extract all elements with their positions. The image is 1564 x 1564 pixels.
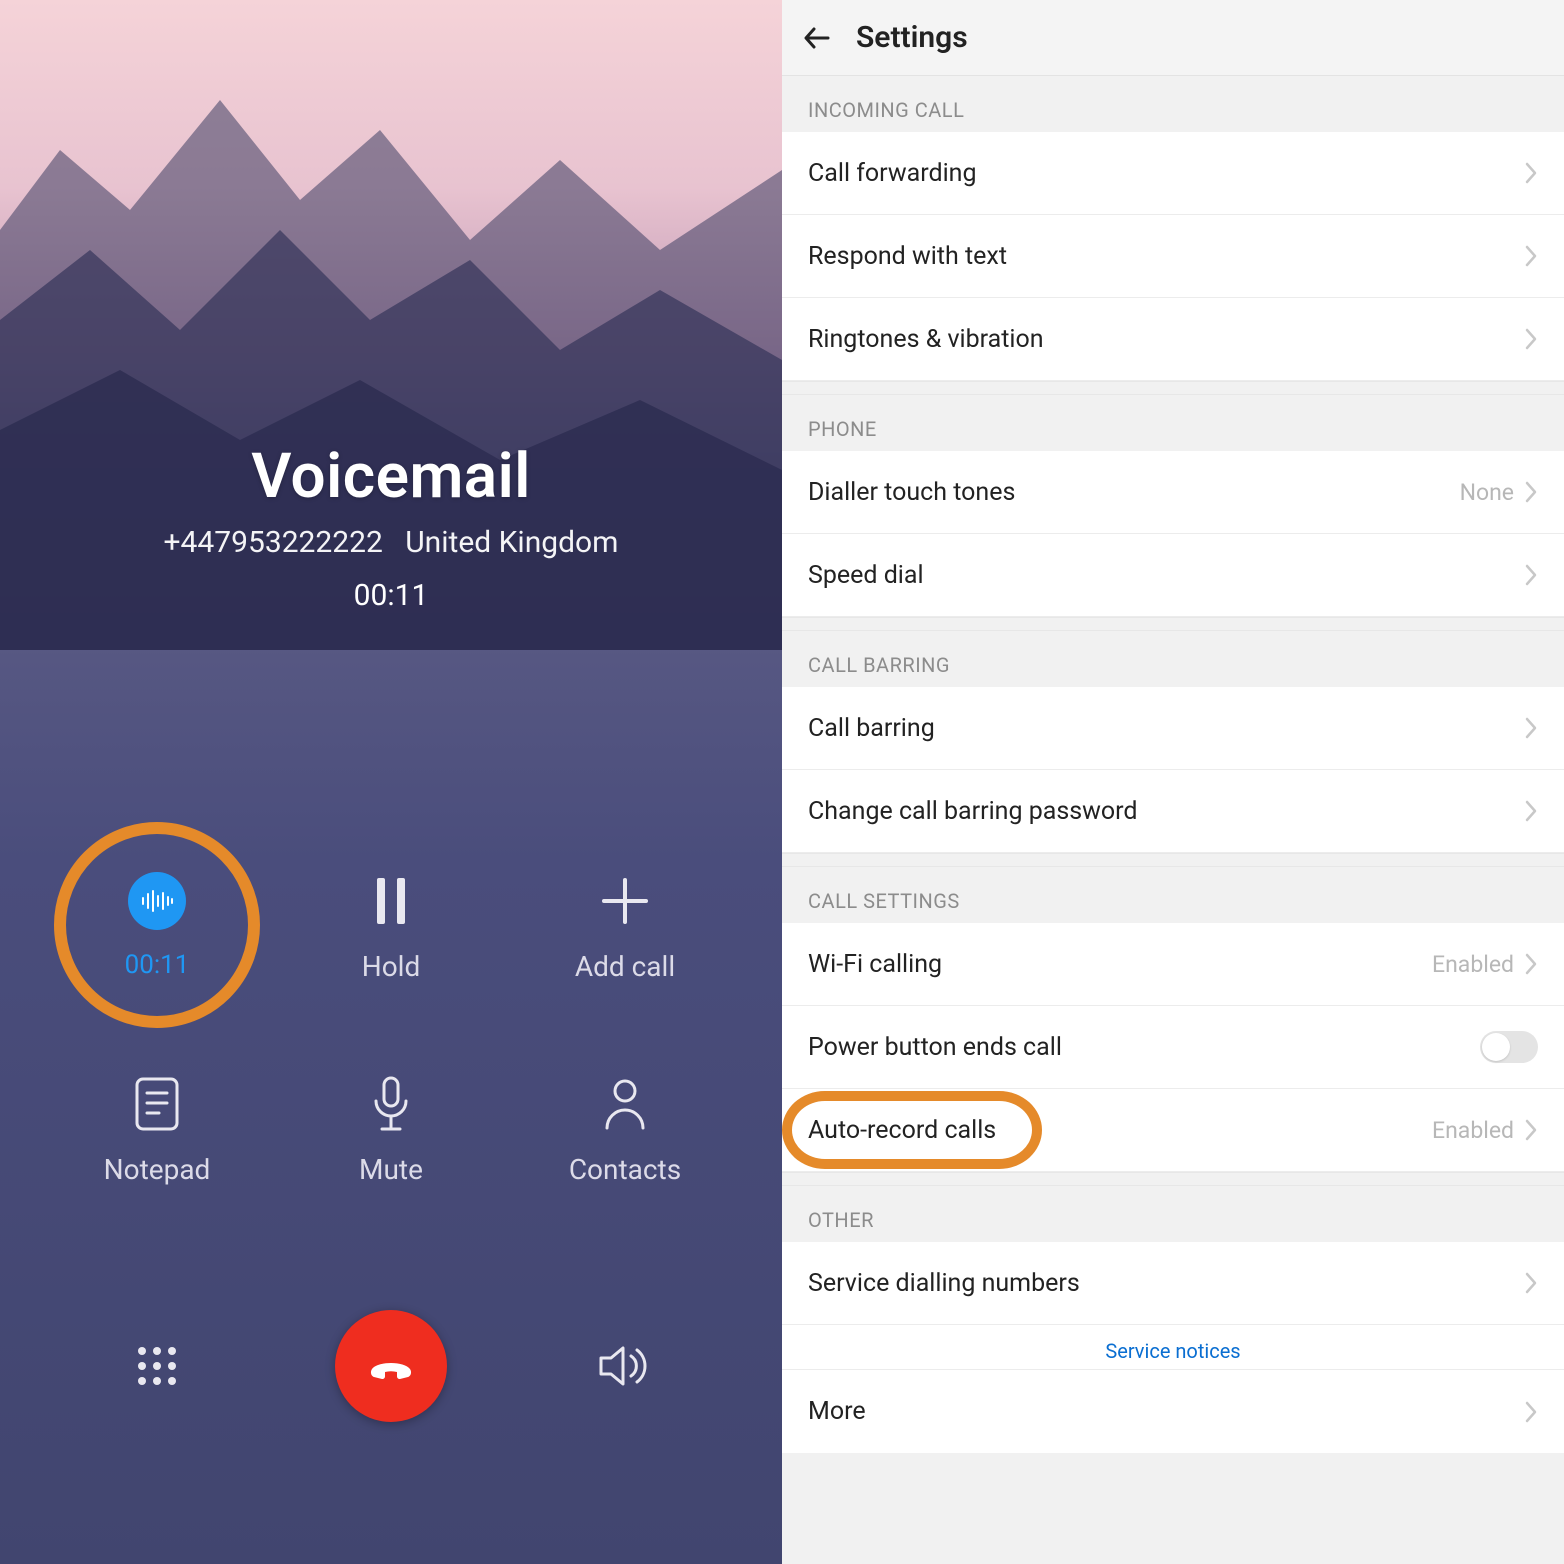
row-service-dialling-numbers[interactable]: Service dialling numbers bbox=[782, 1242, 1564, 1325]
chevron-right-icon bbox=[1524, 244, 1538, 268]
row-call-barring[interactable]: Call barring bbox=[782, 687, 1564, 770]
speaker-icon bbox=[597, 1342, 653, 1390]
chevron-right-icon bbox=[1524, 716, 1538, 740]
mute-label: Mute bbox=[359, 1153, 423, 1186]
chevron-right-icon bbox=[1524, 327, 1538, 351]
row-speed-dial[interactable]: Speed dial bbox=[782, 534, 1564, 617]
call-info: Voicemail +447953222222 United Kingdom 0… bbox=[0, 440, 782, 613]
row-call-forwarding[interactable]: Call forwarding bbox=[782, 132, 1564, 215]
microphone-icon bbox=[360, 1073, 422, 1135]
phone-hangup-icon bbox=[362, 1337, 420, 1395]
row-label: Auto-record calls bbox=[808, 1116, 996, 1145]
chevron-right-icon bbox=[1524, 1400, 1538, 1424]
notepad-label: Notepad bbox=[104, 1153, 211, 1186]
settings-header: Settings bbox=[782, 0, 1564, 76]
hold-label: Hold bbox=[362, 950, 421, 983]
mute-button[interactable]: Mute bbox=[274, 1073, 508, 1186]
chevron-right-icon bbox=[1524, 161, 1538, 185]
call-controls-grid: 00:11 Hold Add call bbox=[0, 870, 782, 1186]
row-respond-with-text[interactable]: Respond with text bbox=[782, 215, 1564, 298]
section-header-incoming-call: INCOMING CALL bbox=[782, 76, 1564, 132]
settings-title: Settings bbox=[856, 20, 968, 55]
chevron-right-icon bbox=[1524, 563, 1538, 587]
row-label: Service dialling numbers bbox=[808, 1269, 1080, 1298]
call-region: United Kingdom bbox=[405, 525, 618, 560]
hold-button[interactable]: Hold bbox=[274, 870, 508, 983]
row-value: Enabled bbox=[1432, 1117, 1514, 1144]
speaker-button[interactable] bbox=[597, 1342, 653, 1390]
row-label: Call forwarding bbox=[808, 159, 977, 188]
row-label: Power button ends call bbox=[808, 1033, 1062, 1062]
arrow-left-icon bbox=[800, 21, 834, 55]
service-notices-link[interactable]: Service notices bbox=[782, 1325, 1564, 1370]
back-button[interactable] bbox=[800, 21, 834, 55]
call-title: Voicemail bbox=[0, 440, 782, 513]
row-label: Respond with text bbox=[808, 242, 1007, 271]
chevron-right-icon bbox=[1524, 1118, 1538, 1142]
chevron-right-icon bbox=[1524, 799, 1538, 823]
call-bottom-row bbox=[0, 1310, 782, 1422]
row-value: Enabled bbox=[1432, 951, 1514, 978]
row-power-button-ends-call[interactable]: Power button ends call bbox=[782, 1006, 1564, 1089]
contacts-button[interactable]: Contacts bbox=[508, 1073, 742, 1186]
row-change-call-barring-password[interactable]: Change call barring password bbox=[782, 770, 1564, 853]
dialpad-icon bbox=[132, 1341, 182, 1391]
row-value: None bbox=[1460, 479, 1514, 506]
contacts-label: Contacts bbox=[569, 1153, 681, 1186]
row-auto-record-calls[interactable]: Auto-record calls Enabled bbox=[782, 1089, 1564, 1172]
add-call-label: Add call bbox=[575, 950, 675, 983]
row-label: Ringtones & vibration bbox=[808, 325, 1044, 354]
record-button[interactable]: 00:11 bbox=[40, 870, 274, 983]
section-header-call-barring: CALL BARRING bbox=[782, 631, 1564, 687]
row-wifi-calling[interactable]: Wi-Fi calling Enabled bbox=[782, 923, 1564, 1006]
pause-icon bbox=[360, 870, 422, 932]
row-dialler-touch-tones[interactable]: Dialler touch tones None bbox=[782, 451, 1564, 534]
record-icon bbox=[128, 872, 186, 930]
toggle-switch[interactable] bbox=[1480, 1031, 1538, 1063]
dialpad-button[interactable] bbox=[132, 1341, 182, 1391]
chevron-right-icon bbox=[1524, 952, 1538, 976]
call-duration: 00:11 bbox=[0, 578, 782, 613]
row-label: Wi-Fi calling bbox=[808, 950, 942, 979]
row-more[interactable]: More bbox=[782, 1370, 1564, 1453]
section-header-call-settings: CALL SETTINGS bbox=[782, 867, 1564, 923]
call-screen: Voicemail +447953222222 United Kingdom 0… bbox=[0, 0, 782, 1564]
notepad-icon bbox=[126, 1073, 188, 1135]
notepad-button[interactable]: Notepad bbox=[40, 1073, 274, 1186]
section-header-phone: PHONE bbox=[782, 395, 1564, 451]
chevron-right-icon bbox=[1524, 1271, 1538, 1295]
chevron-right-icon bbox=[1524, 480, 1538, 504]
plus-icon bbox=[594, 870, 656, 932]
settings-screen: Settings INCOMING CALL Call forwarding R… bbox=[782, 0, 1564, 1564]
add-call-button[interactable]: Add call bbox=[508, 870, 742, 983]
section-header-other: OTHER bbox=[782, 1186, 1564, 1242]
person-icon bbox=[594, 1073, 656, 1135]
row-ringtones-vibration[interactable]: Ringtones & vibration bbox=[782, 298, 1564, 381]
call-number: +447953222222 bbox=[164, 525, 383, 560]
row-label: More bbox=[808, 1397, 866, 1426]
row-label: Dialler touch tones bbox=[808, 478, 1015, 507]
row-label: Speed dial bbox=[808, 561, 924, 590]
record-timer: 00:11 bbox=[125, 950, 190, 980]
call-subtitle: +447953222222 United Kingdom bbox=[0, 525, 782, 560]
row-label: Call barring bbox=[808, 714, 935, 743]
end-call-button[interactable] bbox=[335, 1310, 447, 1422]
row-label: Change call barring password bbox=[808, 797, 1138, 826]
